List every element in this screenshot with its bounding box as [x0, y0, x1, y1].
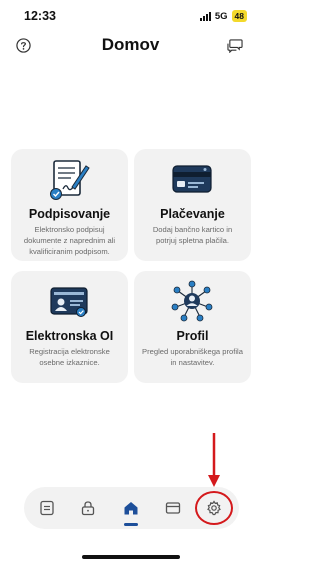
list-icon: [40, 500, 54, 516]
card-title: Elektronska OI: [25, 329, 114, 343]
card-elektronska-oi[interactable]: Elektronska OI Registracija elektronske …: [11, 271, 128, 383]
tab-card[interactable]: [156, 487, 190, 529]
status-indicators: 5G 48: [199, 10, 247, 22]
network-type: 5G: [214, 10, 228, 22]
card-podpisovanje[interactable]: Podpisovanje Elektronsko podpisuj dokume…: [11, 149, 128, 261]
card-description: Elektronsko podpisuj dokumente z napredn…: [23, 225, 116, 256]
bank-card-icon: [172, 165, 212, 193]
card-description: Dodaj bančno kartico in potrjuj spletna …: [152, 225, 233, 245]
battery-badge: 48: [231, 10, 247, 22]
card-title: Profil: [176, 329, 209, 343]
card-title: Plačevanje: [160, 207, 225, 221]
tab-home[interactable]: [114, 487, 148, 529]
profile-network-icon: [171, 280, 213, 322]
document-sign-icon: [50, 160, 90, 200]
home-icon: [124, 502, 138, 515]
tab-settings[interactable]: [195, 487, 233, 529]
bottom-tab-bar: [24, 487, 239, 529]
card-placevanje[interactable]: Plačevanje Dodaj bančno kartico in potrj…: [134, 149, 251, 261]
annotation-arrow: [208, 433, 220, 487]
highlight-ring: [195, 491, 233, 525]
id-card-icon: [50, 287, 88, 317]
status-bar: 12:33 5G 48: [0, 0, 261, 30]
signal-icon: [199, 11, 211, 21]
chat-bubbles-icon[interactable]: [227, 38, 243, 53]
card-title: Podpisovanje: [28, 207, 111, 221]
home-indicator: [82, 555, 180, 559]
card-description: Registracija elektronske osebne izkaznic…: [29, 347, 110, 367]
card-description: Pregled uporabniškega profila in nastavi…: [142, 347, 243, 367]
card-profil[interactable]: Profil Pregled uporabniškega profila in …: [134, 271, 251, 383]
card-icon: [165, 502, 181, 514]
active-tab-indicator: [124, 523, 138, 526]
page-title: Domov: [101, 35, 160, 54]
status-time: 12:33: [24, 9, 56, 23]
tab-lock[interactable]: [71, 487, 105, 529]
header: Domov: [0, 32, 261, 60]
lock-icon: [81, 501, 95, 516]
tab-list[interactable]: [30, 487, 64, 529]
